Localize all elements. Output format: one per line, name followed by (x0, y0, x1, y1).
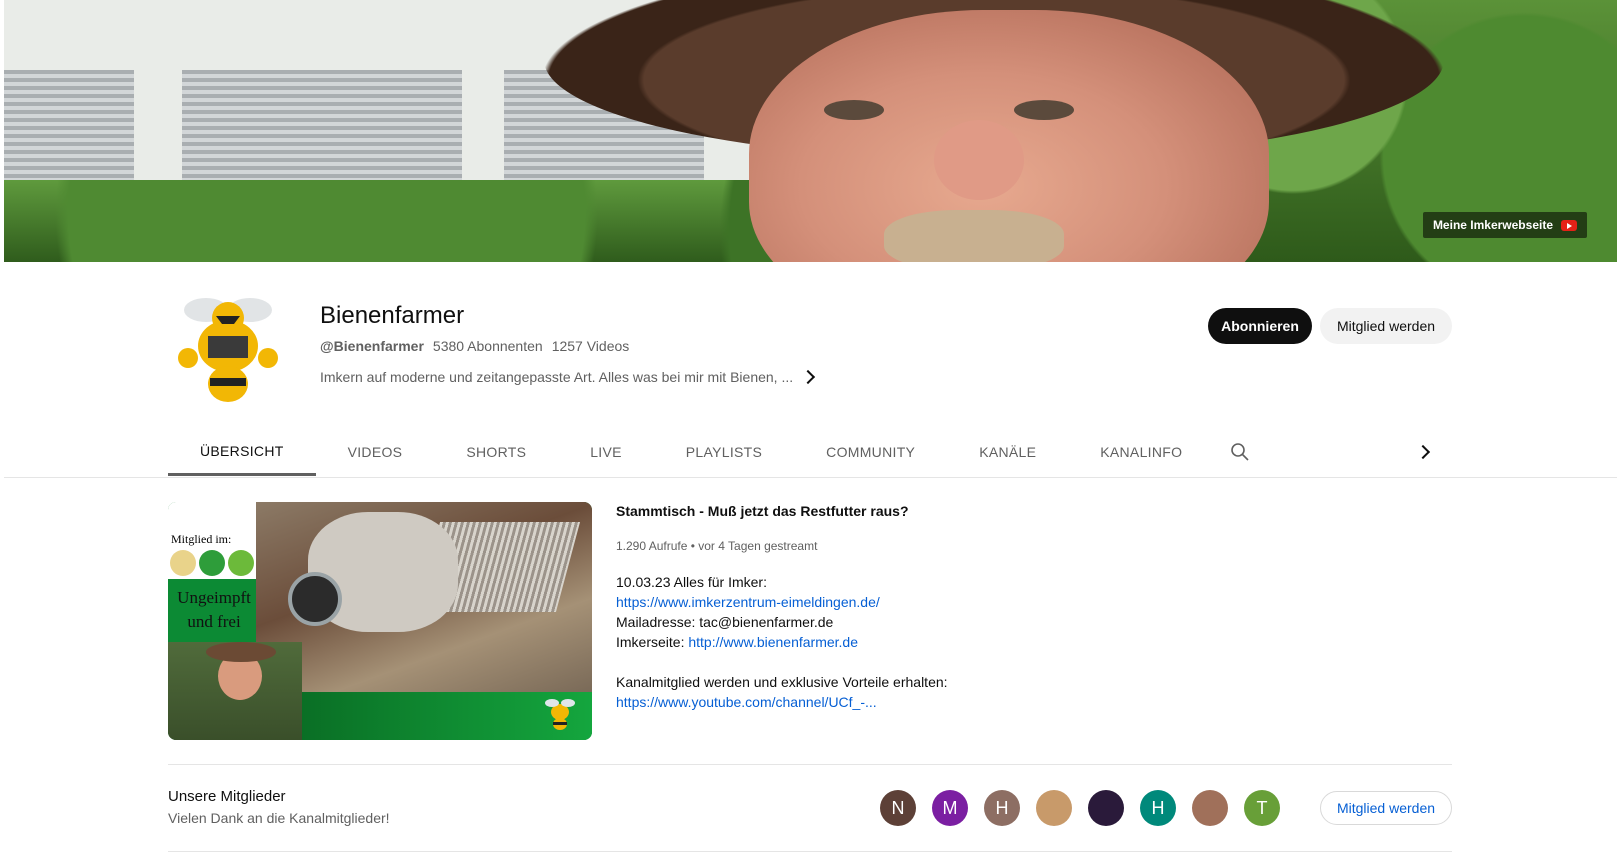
member-avatar[interactable] (1088, 790, 1124, 826)
member-avatars: NMHHT (880, 790, 1280, 826)
youtube-icon (1561, 219, 1577, 231)
channel-name: Bienenfarmer (320, 302, 465, 329)
tab-playlists[interactable]: PLAYLISTS (654, 428, 794, 476)
members-title: Unsere Mitglieder (168, 788, 286, 805)
thumb-slogan: Ungeimpft und frei (172, 586, 256, 634)
subscribe-button[interactable]: Abonnieren (1208, 308, 1312, 344)
channel-avatar[interactable] (168, 288, 288, 408)
video-count: 1257 Videos (551, 338, 630, 354)
thumb-watch (288, 572, 342, 626)
bee-logo-icon (545, 699, 575, 730)
channel-tabs: ÜBERSICHT VIDEOS SHORTS LIVE PLAYLISTS C… (168, 428, 1214, 478)
thumb-slogan-line1: Ungeimpft (177, 588, 251, 607)
channel-meta: @Bienenfarmer 5380 Abonnenten 1257 Video… (320, 338, 629, 354)
member-avatar[interactable]: M (932, 790, 968, 826)
tabs-divider (4, 477, 1617, 478)
tab-about[interactable]: KANALINFO (1068, 428, 1214, 476)
join-membership-button[interactable]: Mitglied werden (1320, 791, 1452, 825)
tab-shorts[interactable]: SHORTS (434, 428, 558, 476)
member-avatar[interactable]: N (880, 790, 916, 826)
channel-description-text: Imkern auf moderne und zeitangepasste Ar… (320, 369, 794, 385)
chevron-right-icon[interactable] (1415, 444, 1431, 460)
link-bienenfarmer[interactable]: http://www.bienenfarmer.de (688, 634, 858, 650)
tab-overview[interactable]: ÜBERSICHT (168, 428, 316, 476)
thumb-slogan-line2: und frei (187, 612, 241, 631)
banner-window-blind (182, 70, 462, 190)
channel-banner: Meine Imkerwebseite (4, 0, 1617, 262)
desc-line: Mailadresse: tac@bienenfarmer.de (616, 614, 834, 630)
badge-icon (170, 550, 196, 576)
link-youtube-channel[interactable]: https://www.youtube.com/channel/UCf_-... (616, 694, 877, 710)
banner-link-label: Meine Imkerwebseite (1432, 218, 1553, 232)
link-imkerzentrum[interactable]: https://www.imkerzentrum-eimeldingen.de/ (616, 594, 880, 610)
search-icon[interactable] (1230, 442, 1250, 462)
channel-handle: @Bienenfarmer (320, 338, 424, 354)
join-membership-button[interactable]: Mitglied werden (1320, 308, 1452, 344)
thumb-member-text: Mitglied im: (171, 532, 232, 546)
member-avatar[interactable]: H (1140, 790, 1176, 826)
banner-website-link[interactable]: Meine Imkerwebseite (1422, 212, 1587, 238)
subscriber-count: 5380 Abonnenten (432, 338, 543, 354)
member-avatar[interactable] (1192, 790, 1228, 826)
desc-prefix: Imkerseite: (616, 634, 689, 650)
banner-eye (1014, 100, 1074, 120)
thumb-person-hat (206, 642, 276, 662)
featured-video-thumbnail[interactable]: Mitglied im: Ungeimpft und frei (168, 502, 592, 740)
banner-window-blind (4, 70, 134, 190)
member-avatar[interactable] (1036, 790, 1072, 826)
featured-video-meta: 1.290 Aufrufe • vor 4 Tagen gestreamt (616, 539, 818, 553)
section-divider (168, 851, 1452, 852)
badge-icon (199, 550, 225, 576)
tab-videos[interactable]: VIDEOS (316, 428, 435, 476)
featured-video-description: 10.03.23 Alles für Imker: https://www.im… (616, 572, 948, 712)
desc-line: 10.03.23 Alles für Imker: (616, 574, 767, 590)
chevron-right-icon (801, 369, 816, 385)
tab-live[interactable]: LIVE (558, 428, 654, 476)
featured-video-title[interactable]: Stammtisch - Muß jetzt das Restfutter ra… (616, 503, 909, 519)
section-divider (168, 764, 1452, 765)
banner-eye (824, 100, 884, 120)
tab-channels[interactable]: KANÄLE (947, 428, 1068, 476)
banner-beard (884, 210, 1064, 262)
badge-icon (228, 550, 254, 576)
desc-line: Kanalmitglied werden und exklusive Vorte… (616, 674, 948, 690)
member-avatar[interactable]: T (1244, 790, 1280, 826)
channel-description[interactable]: Imkern auf moderne und zeitangepasste Ar… (320, 369, 816, 385)
members-subtitle: Vielen Dank an die Kanalmitglieder! (168, 810, 390, 826)
banner-nose (934, 120, 1024, 200)
tab-community[interactable]: COMMUNITY (794, 428, 947, 476)
member-avatar[interactable]: H (984, 790, 1020, 826)
